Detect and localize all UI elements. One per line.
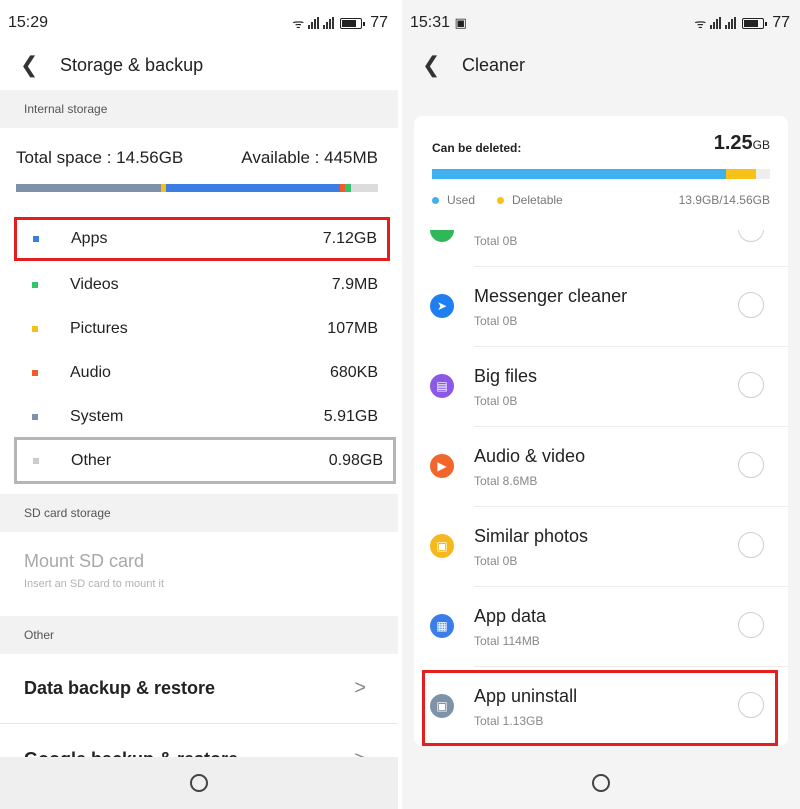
storage-totals: Total space : 14.56GB Available : 445MB: [0, 148, 398, 168]
status-time: 15:29: [8, 14, 49, 31]
status-bar: 15:29 ᯤ 77: [0, 0, 398, 46]
cleaner-row-messenger[interactable]: ➤ Messenger cleaner Total 0B: [414, 266, 788, 346]
play-icon: ▶: [430, 454, 454, 478]
app-uninstall-highlight: [422, 670, 778, 746]
select-radio[interactable]: [738, 230, 764, 242]
photo-icon: ▣: [430, 534, 454, 558]
system-color-icon: [32, 414, 38, 420]
category-audio[interactable]: Audio 680KB: [16, 351, 388, 395]
page-title: Cleaner: [462, 54, 526, 75]
mount-sd-card[interactable]: Mount SD card Insert an SD card to mount…: [0, 551, 398, 590]
used-dot-icon: [432, 196, 439, 204]
audio-color-icon: [32, 370, 38, 376]
category-pictures[interactable]: Pictures 107MB: [16, 307, 388, 351]
grid-icon: ▦: [430, 614, 454, 638]
bar-deletable: [726, 169, 757, 179]
signal-icon: [308, 17, 320, 29]
section-other: Other: [0, 616, 398, 654]
select-radio[interactable]: [738, 372, 764, 398]
signal-icon-2: [323, 17, 335, 29]
pictures-color-icon: [32, 326, 38, 332]
bar-used: [432, 169, 727, 179]
battery-icon: [742, 17, 768, 29]
select-radio[interactable]: [738, 612, 764, 638]
bar-free: [350, 184, 378, 192]
can-be-deleted-label: Can be deleted:: [432, 141, 522, 155]
page-title: Storage & backup: [60, 54, 204, 75]
home-button-icon[interactable]: [190, 774, 208, 792]
videos-color-icon: [32, 282, 38, 288]
cleaner-row-app-data[interactable]: ▦ App data Total 114MB: [414, 586, 788, 666]
cleaner-summary: Can be deleted: 1.25GB Used Deletable 13…: [414, 116, 788, 207]
bar-apps: [166, 184, 340, 192]
cleaner-card: Can be deleted: 1.25GB Used Deletable 13…: [414, 116, 788, 746]
category-system[interactable]: System 5.91GB: [16, 395, 388, 439]
signal-icon: [710, 17, 722, 29]
other-color-icon: [33, 457, 39, 464]
cleaner-row-big-files[interactable]: ▤ Big files Total 0B: [414, 346, 788, 426]
storage-backup-screen: 15:29 ᯤ 77 ❮ Storage & backup Internal s…: [0, 0, 398, 809]
cleaner-usage-bar: [432, 169, 770, 179]
category-other[interactable]: Other 0.98GB: [14, 437, 396, 484]
back-arrow-icon[interactable]: ❮: [20, 54, 44, 76]
battery-icon: [340, 17, 366, 29]
available-space: Available : 445MB: [241, 148, 378, 167]
mount-sd-subtitle: Insert an SD card to mount it: [24, 578, 165, 590]
storage-usage-bar: [16, 184, 378, 192]
usage-legend: Used Deletable 13.9GB/14.56GB: [432, 193, 770, 207]
status-icons: ᯤ 77: [292, 14, 388, 32]
status-icons: ᯤ 77: [694, 14, 790, 32]
file-icon: ▤: [430, 374, 454, 398]
wifi-icon: ᯤ: [292, 16, 305, 31]
status-time: 15:31 ▣: [410, 14, 467, 31]
can-be-deleted-value: 1.25GB: [713, 132, 770, 154]
battery-level: 77: [772, 14, 790, 31]
home-button-icon[interactable]: [592, 774, 610, 792]
section-sd-card: SD card storage: [0, 494, 398, 532]
app-bar: ❮ Cleaner: [402, 46, 800, 84]
chevron-right-icon: >: [354, 677, 366, 699]
data-backup-restore-row[interactable]: Data backup & restore >: [0, 654, 398, 724]
apps-color-icon: [33, 236, 39, 242]
wifi-icon: ᯤ: [694, 16, 707, 31]
navigation-bar: [0, 757, 398, 809]
cleaner-row-partial[interactable]: Total 0B: [414, 230, 788, 266]
battery-level: 77: [370, 14, 388, 31]
select-radio[interactable]: [738, 452, 764, 478]
section-internal-storage: Internal storage: [0, 90, 398, 128]
category-apps[interactable]: Apps 7.12GB: [14, 217, 390, 261]
deletable-dot-icon: [497, 196, 505, 204]
cleaner-row-audio-video[interactable]: ▶ Audio & video Total 8.6MB: [414, 426, 788, 506]
usage-ratio: 13.9GB/14.56GB: [678, 193, 770, 207]
select-radio[interactable]: [738, 532, 764, 558]
category-videos[interactable]: Videos 7.9MB: [16, 263, 388, 307]
cleaner-row-similar-photos[interactable]: ▣ Similar photos Total 0B: [414, 506, 788, 586]
signal-icon-2: [725, 17, 737, 29]
status-bar: 15:31 ▣ ᯤ 77: [402, 0, 800, 46]
messenger-icon: ➤: [430, 294, 454, 318]
mount-sd-title: Mount SD card: [24, 551, 145, 571]
image-notification-icon: ▣: [454, 15, 467, 30]
bar-system: [16, 184, 161, 192]
total-space: Total space : 14.56GB: [16, 148, 184, 167]
back-arrow-icon[interactable]: ❮: [422, 54, 446, 76]
app-bar: ❮ Storage & backup: [0, 46, 398, 84]
select-radio[interactable]: [738, 292, 764, 318]
whatsapp-cleaner-icon: [430, 230, 454, 242]
navigation-bar: [402, 757, 800, 809]
